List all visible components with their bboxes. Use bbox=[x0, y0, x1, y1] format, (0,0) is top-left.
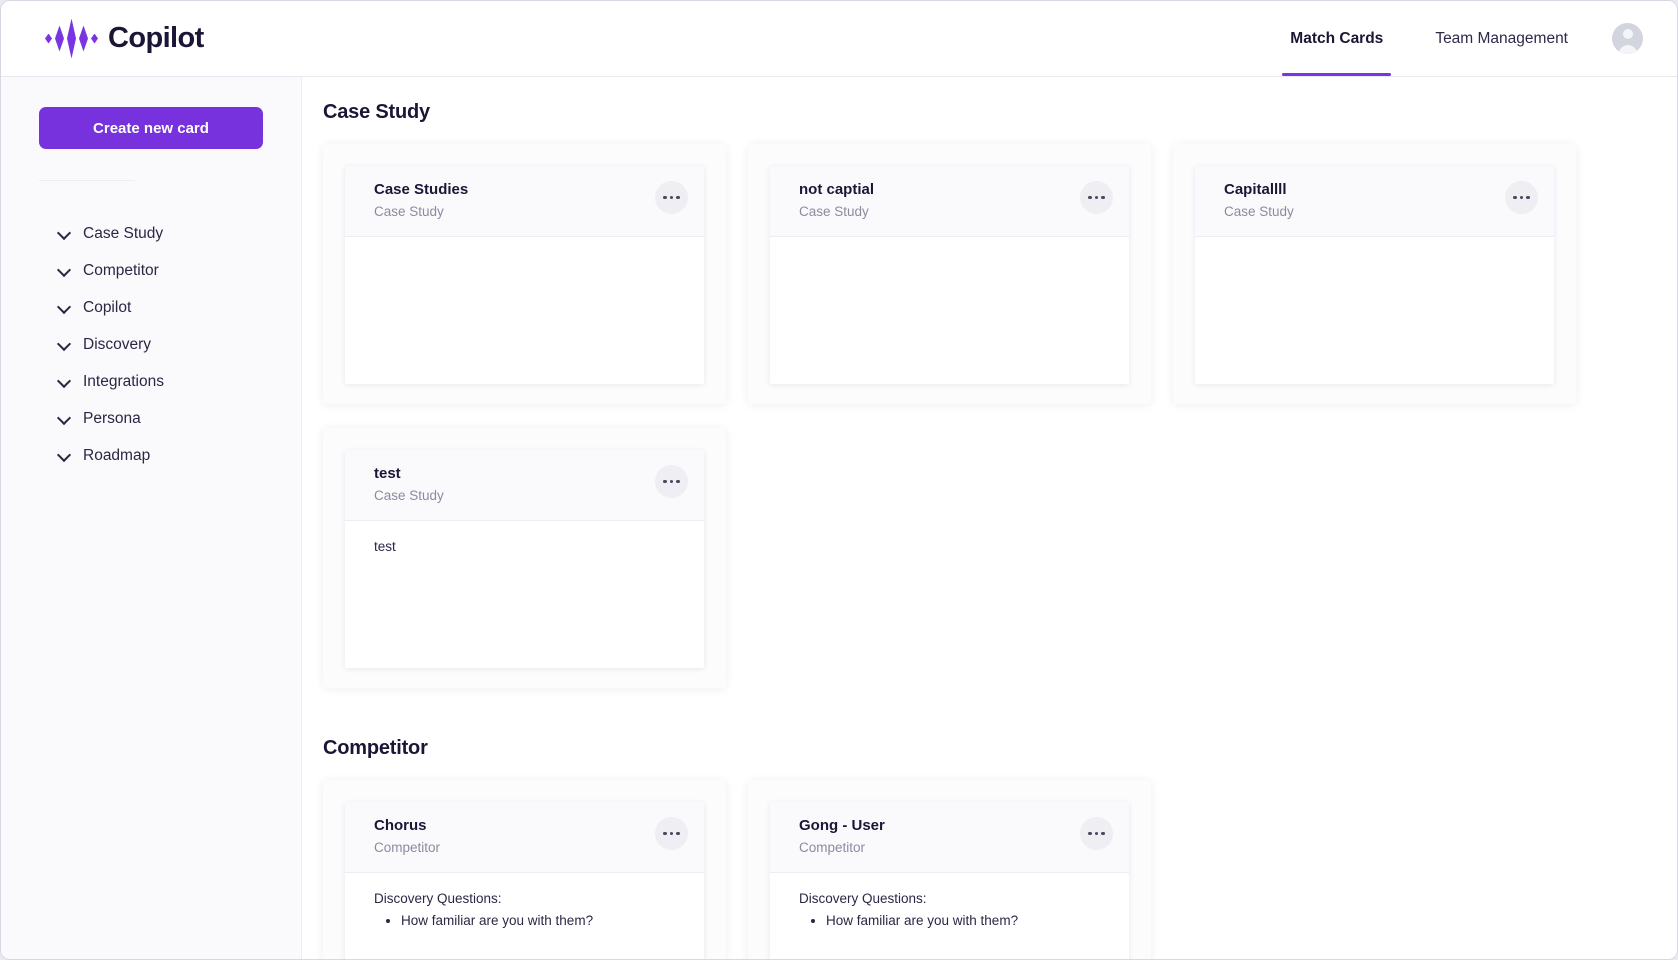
match-card[interactable]: test Case Study test bbox=[345, 450, 704, 668]
main-nav: Match Cards Team Management bbox=[1264, 1, 1677, 76]
card-body-heading: Discovery Questions: bbox=[374, 889, 682, 909]
user-avatar-button[interactable] bbox=[1612, 23, 1643, 54]
sidebar-nav-list: Case Study Competitor Copilot Discovery … bbox=[1, 215, 301, 474]
card-title: Gong - User bbox=[799, 816, 885, 836]
chevron-down-icon bbox=[58, 264, 71, 277]
match-card[interactable]: Capitallll Case Study bbox=[1195, 166, 1554, 384]
card-title: Capitallll bbox=[1224, 180, 1294, 200]
card-subtitle: Case Study bbox=[374, 487, 444, 505]
sidebar-item-discovery[interactable]: Discovery bbox=[1, 326, 301, 363]
ellipsis-icon[interactable] bbox=[1080, 181, 1113, 214]
match-card[interactable]: Chorus Competitor Discovery Questions: H… bbox=[345, 802, 704, 959]
card-title: Case Studies bbox=[374, 180, 468, 200]
sidebar-item-label: Persona bbox=[83, 410, 141, 428]
copilot-waveform-icon bbox=[45, 19, 98, 59]
chevron-down-icon bbox=[58, 375, 71, 388]
brand-name: Copilot bbox=[108, 22, 204, 55]
sidebar-divider bbox=[39, 180, 135, 181]
sidebar-item-label: Copilot bbox=[83, 299, 131, 317]
sidebar-item-competitor[interactable]: Competitor bbox=[1, 252, 301, 289]
chevron-down-icon bbox=[58, 301, 71, 314]
sidebar-item-label: Competitor bbox=[83, 262, 159, 280]
chevron-down-icon bbox=[58, 227, 71, 240]
card-title: test bbox=[374, 464, 444, 484]
list-item: How familiar are you with them? bbox=[826, 911, 1107, 931]
tab-match-cards[interactable]: Match Cards bbox=[1264, 1, 1409, 76]
card-title: not captial bbox=[799, 180, 874, 200]
user-avatar-icon bbox=[1612, 23, 1643, 54]
list-item: How familiar are you with them? bbox=[401, 911, 682, 931]
card-body bbox=[345, 237, 704, 384]
card-frame: Chorus Competitor Discovery Questions: H… bbox=[323, 780, 726, 959]
card-header: Case Studies Case Study bbox=[345, 166, 704, 237]
match-card[interactable]: Case Studies Case Study bbox=[345, 166, 704, 384]
card-grid-case-study: Case Studies Case Study not captial bbox=[303, 132, 1677, 700]
card-frame: Gong - User Competitor Discovery Questio… bbox=[748, 780, 1151, 959]
sidebar-item-roadmap[interactable]: Roadmap bbox=[1, 437, 301, 474]
sidebar-item-label: Case Study bbox=[83, 225, 163, 243]
match-card[interactable]: not captial Case Study bbox=[770, 166, 1129, 384]
sidebar-item-label: Discovery bbox=[83, 336, 151, 354]
card-frame: test Case Study test bbox=[323, 428, 726, 688]
brand-logo[interactable]: Copilot bbox=[45, 1, 204, 76]
card-subtitle: Case Study bbox=[374, 203, 468, 221]
main-content[interactable]: Case Study Case Studies Case Study bbox=[303, 77, 1677, 959]
ellipsis-icon[interactable] bbox=[655, 817, 688, 850]
section-heading-competitor: Competitor bbox=[323, 737, 1677, 760]
sidebar-item-label: Integrations bbox=[83, 373, 164, 391]
card-body bbox=[770, 237, 1129, 384]
card-subtitle: Case Study bbox=[1224, 203, 1294, 221]
create-new-card-button[interactable]: Create new card bbox=[39, 107, 263, 149]
ellipsis-icon[interactable] bbox=[655, 465, 688, 498]
card-body-text: test bbox=[374, 537, 682, 557]
sidebar-item-integrations[interactable]: Integrations bbox=[1, 363, 301, 400]
card-body: Discovery Questions: How familiar are yo… bbox=[345, 873, 704, 959]
ellipsis-icon[interactable] bbox=[1505, 181, 1538, 214]
sidebar-item-label: Roadmap bbox=[83, 447, 150, 465]
app-window: Copilot Match Cards Team Management Crea… bbox=[0, 0, 1678, 960]
card-frame: not captial Case Study bbox=[748, 144, 1151, 404]
card-subtitle: Competitor bbox=[374, 839, 440, 857]
card-frame: Case Studies Case Study bbox=[323, 144, 726, 404]
card-body-bullets: How familiar are you with them? bbox=[374, 911, 682, 931]
card-body: test bbox=[345, 521, 704, 668]
card-title: Chorus bbox=[374, 816, 440, 836]
sidebar-item-case-study[interactable]: Case Study bbox=[1, 215, 301, 252]
ellipsis-icon[interactable] bbox=[655, 181, 688, 214]
chevron-down-icon bbox=[58, 412, 71, 425]
card-body bbox=[1195, 237, 1554, 384]
card-header: Capitallll Case Study bbox=[1195, 166, 1554, 237]
sidebar-item-copilot[interactable]: Copilot bbox=[1, 289, 301, 326]
card-header: test Case Study bbox=[345, 450, 704, 521]
sidebar: Create new card Case Study Competitor Co… bbox=[1, 77, 302, 959]
card-header: not captial Case Study bbox=[770, 166, 1129, 237]
section-heading-case-study: Case Study bbox=[323, 101, 1677, 124]
card-body-bullets: How familiar are you with them? bbox=[799, 911, 1107, 931]
ellipsis-icon[interactable] bbox=[1080, 817, 1113, 850]
card-body: Discovery Questions: How familiar are yo… bbox=[770, 873, 1129, 959]
card-grid-competitor: Chorus Competitor Discovery Questions: H… bbox=[303, 768, 1677, 959]
card-body-heading: Discovery Questions: bbox=[799, 889, 1107, 909]
tab-team-management[interactable]: Team Management bbox=[1409, 1, 1594, 76]
card-header: Gong - User Competitor bbox=[770, 802, 1129, 873]
sidebar-item-persona[interactable]: Persona bbox=[1, 400, 301, 437]
match-card[interactable]: Gong - User Competitor Discovery Questio… bbox=[770, 802, 1129, 959]
section-spacer bbox=[303, 700, 1677, 737]
card-subtitle: Case Study bbox=[799, 203, 874, 221]
chevron-down-icon bbox=[58, 338, 71, 351]
card-header: Chorus Competitor bbox=[345, 802, 704, 873]
top-navigation-bar: Copilot Match Cards Team Management bbox=[1, 1, 1677, 77]
card-subtitle: Competitor bbox=[799, 839, 885, 857]
chevron-down-icon bbox=[58, 449, 71, 462]
card-frame: Capitallll Case Study bbox=[1173, 144, 1576, 404]
